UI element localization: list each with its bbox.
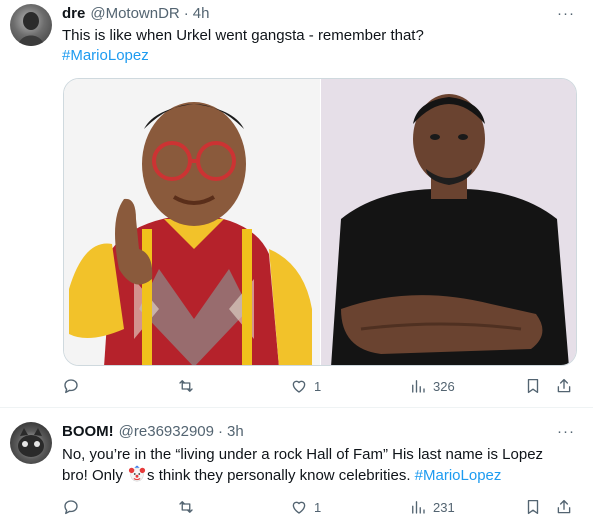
share-icon <box>557 499 571 514</box>
avatar[interactable] <box>10 4 52 46</box>
author-handle[interactable]: @MotownDR <box>90 5 179 22</box>
tweet-header: BOOM! @re36932909 · 3h <box>62 423 244 440</box>
separator-dot: · <box>217 423 223 440</box>
clown-emoji <box>128 465 146 482</box>
like-button[interactable]: 1 <box>290 496 321 518</box>
share-button[interactable] <box>555 496 573 518</box>
author-name[interactable]: dre <box>62 5 85 22</box>
author-handle[interactable]: @re36932909 <box>119 423 214 440</box>
tweet-actions: 1 326 <box>62 375 577 397</box>
reply-icon <box>64 500 78 515</box>
tweet-text-line: No, you’re in the “living under a rock H… <box>62 446 544 463</box>
tweet-text: No, you’re in the “living under a rock H… <box>62 445 577 486</box>
tweet-header: dre @MotownDR · 4h <box>62 5 209 22</box>
reply-icon <box>64 379 78 394</box>
like-count: 1 <box>314 499 322 515</box>
reply-button[interactable] <box>62 496 86 518</box>
separator-dot: · <box>183 5 189 22</box>
tweet-text-line: bro! Only s think they personally know c… <box>62 465 577 486</box>
media-attachment[interactable] <box>63 78 577 366</box>
more-icon[interactable]: ··· <box>557 424 575 439</box>
more-icon[interactable]: ··· <box>557 6 575 21</box>
bookmark-icon <box>527 378 539 394</box>
views-count: 231 <box>433 499 455 515</box>
views-button[interactable]: 231 <box>409 496 455 518</box>
reply-button[interactable] <box>62 375 86 397</box>
tweet-actions: 1 231 <box>62 496 577 518</box>
retweet-icon <box>179 380 193 392</box>
retweet-button[interactable] <box>177 375 201 397</box>
like-icon <box>292 380 306 393</box>
like-count: 1 <box>314 378 322 394</box>
share-icon <box>557 378 571 393</box>
author-name[interactable]: BOOM! <box>62 423 114 440</box>
avatar[interactable] <box>10 422 52 464</box>
tweet-text-line: This is like when Urkel went gangsta - r… <box>62 27 424 44</box>
views-icon <box>412 380 425 393</box>
retweet-button[interactable] <box>177 496 201 518</box>
tweet-boom[interactable]: BOOM! @re36932909 · 3h ··· No, you’re in… <box>0 408 593 526</box>
share-button[interactable] <box>555 375 573 397</box>
photo-man-black-tshirt[interactable] <box>320 79 576 365</box>
bookmark-button[interactable] <box>524 496 542 518</box>
views-button[interactable]: 326 <box>409 375 455 397</box>
tweet-dre[interactable]: dre @MotownDR · 4h ··· This is like when… <box>0 0 593 407</box>
tweet-text-fragment: s think they personally know celebrities… <box>147 467 415 484</box>
hashtag-link[interactable]: #MarioLopez <box>415 467 502 484</box>
timestamp[interactable]: 3h <box>227 423 244 440</box>
like-icon <box>292 501 306 514</box>
tweet-text-fragment: bro! Only <box>62 467 128 484</box>
views-icon <box>412 501 425 514</box>
hashtag-link[interactable]: #MarioLopez <box>62 46 577 66</box>
like-button[interactable]: 1 <box>290 375 321 397</box>
views-count: 326 <box>433 378 455 394</box>
bookmark-button[interactable] <box>524 375 542 397</box>
retweet-icon <box>179 501 193 513</box>
photo-urkel[interactable] <box>64 79 320 365</box>
tweet-text: This is like when Urkel went gangsta - r… <box>62 26 577 66</box>
bookmark-icon <box>527 499 539 515</box>
timestamp[interactable]: 4h <box>193 5 210 22</box>
